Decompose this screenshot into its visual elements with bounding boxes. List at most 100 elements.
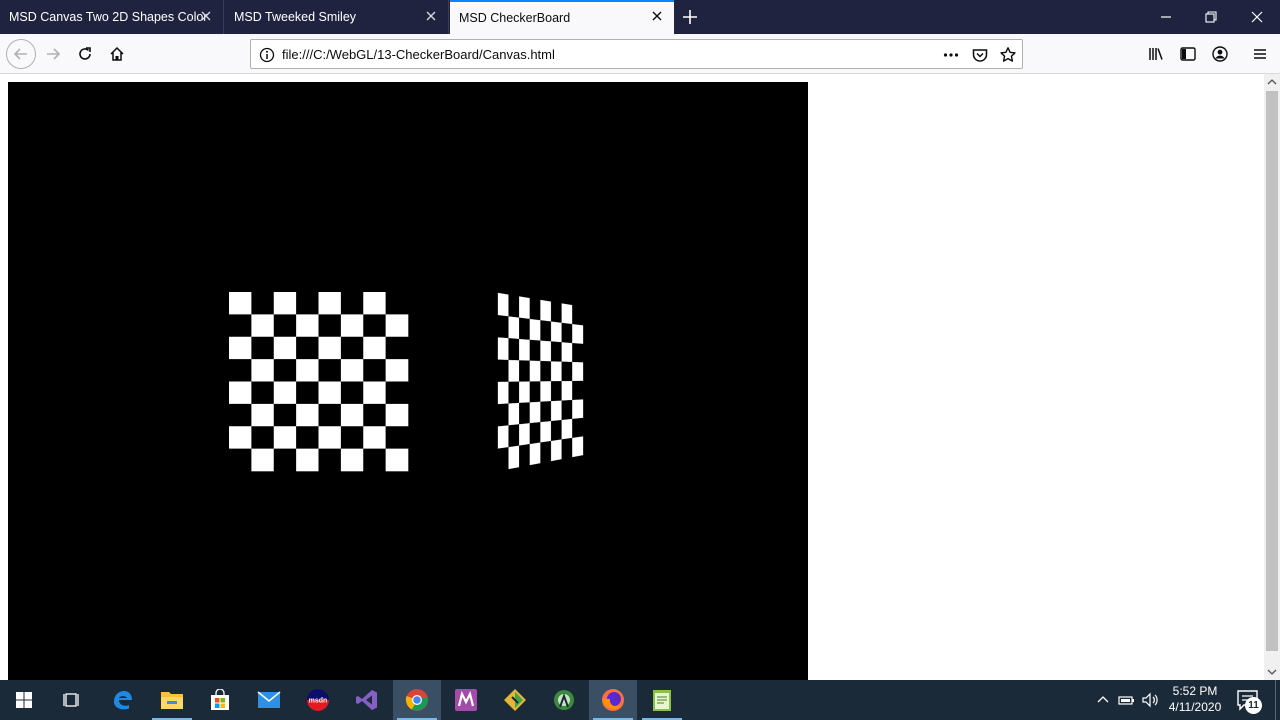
webgl-canvas[interactable] — [8, 82, 808, 680]
checker-square — [572, 380, 584, 401]
checker-square — [251, 314, 275, 338]
checker-square — [363, 403, 386, 427]
checker-square — [519, 317, 531, 341]
m-app-icon[interactable] — [442, 680, 490, 720]
checker-square — [550, 321, 562, 343]
battery-icon[interactable] — [1116, 690, 1136, 710]
checker-square — [561, 303, 573, 325]
page-actions-icon[interactable] — [942, 46, 960, 64]
new-tab-plus-icon[interactable] — [680, 7, 700, 27]
checker-square — [497, 403, 509, 427]
checker-square — [340, 336, 364, 360]
checker-square — [229, 336, 252, 360]
checker-square — [251, 336, 275, 360]
checker-square — [497, 359, 509, 383]
checker-square — [550, 419, 562, 442]
start-button[interactable] — [0, 680, 48, 720]
android-studio-icon[interactable] — [540, 680, 588, 720]
chrome-icon[interactable] — [393, 680, 441, 720]
checker-square — [385, 381, 409, 405]
task-view-icon[interactable] — [48, 680, 96, 720]
menu-button[interactable] — [1248, 42, 1272, 66]
checker-square — [318, 403, 342, 427]
file-explorer-icon[interactable] — [148, 680, 196, 720]
checker-square — [340, 359, 364, 382]
checker-square — [572, 324, 584, 345]
tab-checkerboard[interactable]: MSD CheckerBoard — [450, 0, 674, 34]
checker-square — [363, 381, 386, 405]
checker-square — [296, 314, 319, 338]
checker-square — [519, 360, 531, 382]
system-clock[interactable]: 5:52 PM 4/11/2020 — [1160, 683, 1230, 715]
tab-tweeked-smiley[interactable]: MSD Tweeked Smiley — [225, 0, 449, 34]
checker-square — [529, 360, 541, 382]
checker-square — [519, 402, 531, 425]
checker-square — [296, 426, 319, 449]
canvas-drawing — [229, 292, 584, 472]
reload-icon — [79, 47, 91, 60]
checker-square — [296, 292, 319, 315]
close-icon[interactable] — [650, 9, 664, 23]
library-icon — [1149, 48, 1163, 60]
pocket-icon[interactable] — [971, 46, 989, 64]
checker-square — [318, 292, 342, 315]
home-button[interactable] — [105, 42, 129, 66]
checker-square — [572, 399, 584, 420]
back-button[interactable] — [6, 39, 36, 69]
checker-square — [572, 417, 584, 439]
vertical-scrollbar[interactable] — [1264, 74, 1280, 680]
checker-square — [529, 318, 541, 341]
account-button[interactable] — [1208, 42, 1232, 66]
sidebar-button[interactable] — [1176, 42, 1200, 66]
visual-studio-icon[interactable] — [343, 680, 391, 720]
volume-icon[interactable] — [1140, 690, 1160, 710]
checker-square — [497, 447, 509, 472]
checker-square — [529, 422, 541, 445]
checker-square — [540, 299, 552, 322]
checker-square — [273, 314, 297, 338]
tab-strip: MSD Canvas Two 2D Shapes Color MSD Tweek… — [0, 0, 1280, 34]
minimize-icon[interactable] — [1157, 8, 1175, 26]
bookmark-star-icon[interactable] — [999, 46, 1017, 64]
close-icon[interactable] — [199, 9, 213, 23]
mail-icon[interactable] — [245, 680, 293, 720]
show-hidden-icons-chevron-icon[interactable] — [1093, 690, 1113, 710]
url-bar[interactable]: file:///C:/WebGL/13-CheckerBoard/Canvas.… — [250, 39, 1023, 69]
checker-square — [251, 381, 275, 405]
store-icon[interactable] — [196, 680, 244, 720]
checker-square — [251, 448, 275, 472]
scrollbar-thumb[interactable] — [1266, 91, 1278, 651]
notification-count-badge: 11 — [1245, 697, 1262, 714]
scroll-up-arrow-icon[interactable] — [1264, 74, 1280, 91]
edge-icon[interactable] — [99, 680, 147, 720]
library-button[interactable] — [1144, 42, 1168, 66]
forward-button[interactable] — [41, 42, 65, 66]
back-arrow-icon — [13, 48, 27, 60]
reload-button[interactable] — [73, 42, 97, 66]
checker-square — [385, 314, 409, 338]
close-icon[interactable] — [424, 9, 438, 23]
site-info-icon[interactable] — [259, 47, 275, 63]
notepad-icon[interactable] — [638, 680, 686, 720]
tab-canvas-shapes[interactable]: MSD Canvas Two 2D Shapes Color — [0, 0, 224, 34]
close-window-icon[interactable] — [1248, 8, 1266, 26]
checker-square — [519, 338, 531, 361]
checker-square — [561, 399, 573, 421]
restore-icon[interactable] — [1202, 8, 1220, 26]
checker-square — [561, 418, 573, 440]
checker-square — [251, 359, 275, 382]
git-icon[interactable] — [491, 680, 539, 720]
checker-square — [550, 361, 562, 382]
url-text[interactable]: file:///C:/WebGL/13-CheckerBoard/Canvas.… — [282, 47, 555, 62]
msdn-icon[interactable]: msdn — [294, 680, 342, 720]
checker-square — [572, 305, 584, 326]
checker-square — [550, 400, 562, 422]
show-desktop-button[interactable] — [1275, 680, 1280, 720]
svg-text:msdn: msdn — [309, 698, 328, 705]
checker-square — [508, 445, 520, 470]
checker-square — [508, 381, 520, 404]
scroll-down-arrow-icon[interactable] — [1264, 663, 1280, 680]
firefox-icon[interactable] — [589, 680, 637, 720]
tab-title: MSD CheckerBoard — [459, 11, 571, 25]
checker-square — [296, 403, 319, 427]
